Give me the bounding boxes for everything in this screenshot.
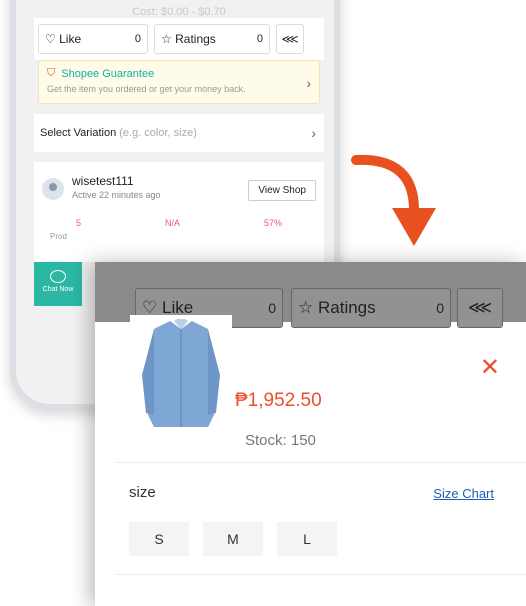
chat-icon: [50, 270, 66, 283]
ratings-count: 0: [436, 300, 444, 316]
size-label: size: [129, 484, 156, 501]
ratings-count: 0: [256, 33, 263, 45]
share-button-dimmed[interactable]: ⋘: [457, 288, 503, 328]
chat-label: Chat Now: [42, 286, 74, 293]
dimmed-overlay: ♡ Like 0 ☆ Ratings 0 ⋘: [95, 262, 526, 328]
heart-icon: ♡: [45, 32, 56, 46]
cost-range: Cost: $0.00 - $0.70: [132, 6, 226, 18]
star-icon: ☆: [298, 298, 314, 317]
shirt-image: [142, 319, 220, 427]
stat-rating: N/A: [164, 218, 180, 228]
stat-products: 5: [75, 218, 81, 228]
size-chart-link[interactable]: Size Chart: [433, 486, 494, 501]
size-option-l[interactable]: L: [277, 522, 337, 556]
like-button[interactable]: ♡ Like 0: [38, 24, 148, 54]
select-variation[interactable]: Select Variation (e.g. color, size) ›: [34, 114, 324, 152]
stock-count: Stock: 150: [245, 432, 316, 449]
like-count: 0: [134, 33, 141, 45]
shop-stats: 5 N/A 57%: [34, 218, 324, 228]
chevron-right-icon: ›: [311, 125, 316, 141]
variation-popup: ♡ Like 0 ☆ Ratings 0 ⋘ ₱1,952.50 Stock: …: [95, 262, 526, 606]
ratings-label: Ratings: [175, 32, 216, 46]
share-icon: ⋘: [467, 298, 493, 317]
share-button[interactable]: ⋘: [276, 24, 304, 54]
guarantee-subtitle: Get the item you ordered or get your mon…: [47, 84, 246, 94]
size-options: S M L: [129, 522, 337, 556]
ratings-label: Ratings: [317, 298, 376, 317]
variation-hint: (e.g. color, size): [119, 127, 197, 139]
product-image: [130, 315, 232, 433]
shop-active-status: Active 22 minutes ago: [72, 190, 161, 200]
like-label: Like: [59, 32, 82, 46]
ratings-button-dimmed[interactable]: ☆ Ratings 0: [291, 288, 451, 328]
stat-response: 57%: [263, 218, 282, 228]
size-option-s[interactable]: S: [129, 522, 189, 556]
shopee-guarantee[interactable]: ⛉ Shopee Guarantee Get the item you orde…: [38, 60, 320, 104]
actions-row: ♡ Like 0 ☆ Ratings 0 ⋘: [34, 18, 324, 60]
guarantee-title: Shopee Guarantee: [61, 67, 155, 80]
variation-label: Select Variation: [40, 127, 117, 139]
view-shop-button[interactable]: View Shop: [248, 180, 316, 201]
avatar: [42, 178, 64, 200]
curved-arrow-icon: [351, 154, 436, 246]
share-icon: ⋘: [281, 32, 299, 46]
shop-card: wisetest111 Active 22 minutes ago View S…: [34, 162, 324, 262]
shop-name: wisetest111: [72, 174, 134, 188]
size-option-m[interactable]: M: [203, 522, 263, 556]
star-icon: ☆: [161, 32, 172, 46]
chevron-right-icon: ›: [306, 75, 311, 91]
ratings-button[interactable]: ☆ Ratings 0: [154, 24, 270, 54]
shield-icon: ⛉: [47, 67, 56, 79]
stat-products-label: Prod: [50, 232, 67, 241]
product-price: ₱1,952.50: [235, 390, 322, 411]
chat-now-button[interactable]: Chat Now: [34, 262, 82, 306]
close-icon[interactable]: ✕: [480, 356, 500, 380]
like-count: 0: [268, 300, 276, 316]
